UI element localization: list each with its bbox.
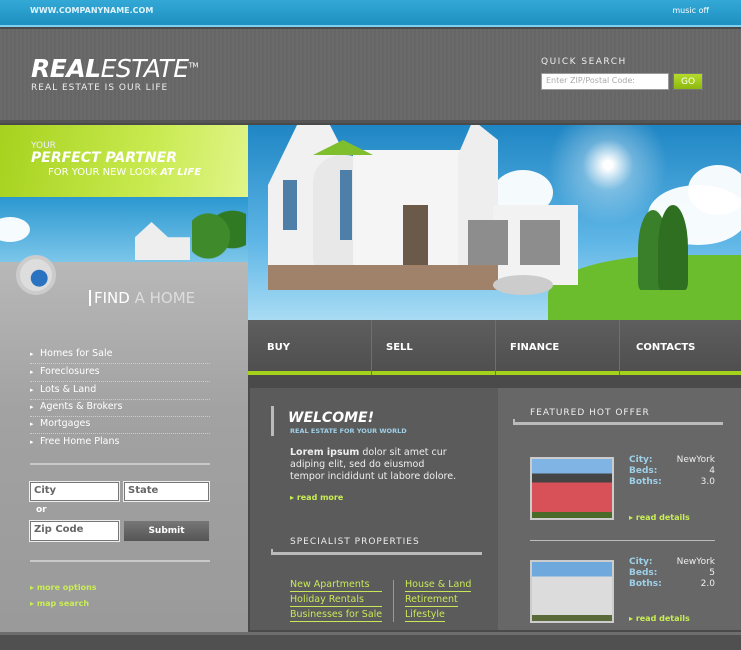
- slogan-new-look: FOR YOUR NEW LOOK AT LIFE: [48, 167, 201, 178]
- welcome-title: WELCOME!: [288, 410, 374, 426]
- city-input[interactable]: City: [29, 481, 120, 502]
- trees-image: [192, 197, 246, 262]
- baths-label: Boths:: [629, 477, 662, 487]
- offer-2-baths: 2.0: [700, 579, 715, 589]
- main-nav: BUY SELL FINANCE CONTACTS: [248, 320, 741, 375]
- section-underline: [271, 549, 482, 555]
- state-input[interactable]: State: [123, 481, 210, 502]
- logo-tm: TM: [188, 61, 199, 70]
- zip-input[interactable]: Zip Code: [29, 520, 120, 542]
- menu-foreclosures[interactable]: Foreclosures: [30, 364, 210, 382]
- read-more-link[interactable]: read more: [290, 493, 343, 502]
- find-title-light: A HOME: [129, 289, 196, 307]
- or-label: or: [36, 505, 47, 515]
- menu-free-home-plans[interactable]: Free Home Plans: [30, 434, 210, 452]
- city-label: City:: [629, 455, 653, 465]
- offer-2-city: NewYork: [676, 557, 715, 567]
- divider: [30, 463, 210, 465]
- nav-finance[interactable]: FINANCE: [496, 320, 620, 375]
- more-options-link[interactable]: more options: [30, 583, 97, 592]
- baths-label: Boths:: [629, 579, 662, 589]
- small-house-image: [135, 222, 190, 260]
- villa-illustration: [268, 125, 578, 295]
- logo-light: ESTATE: [100, 54, 190, 83]
- welcome-text: Lorem ipsum dolor sit amet cur adiping e…: [290, 447, 460, 483]
- slogan-at-life: AT LIFE: [160, 167, 202, 178]
- featured-title: FEATURED HOT OFFER: [530, 408, 650, 418]
- tagline: REAL ESTATE IS OUR LIFE: [31, 83, 169, 93]
- welcome-section: WELCOME! REAL ESTATE FOR YOUR WORLD Lore…: [250, 388, 498, 630]
- nav-contacts[interactable]: CONTACTS: [620, 320, 741, 375]
- offer-1-baths: 3.0: [700, 477, 715, 487]
- featured-section: FEATURED HOT OFFER City: NewYork Beds: 4 B…: [498, 388, 741, 630]
- nav-buy[interactable]: BUY: [248, 320, 372, 375]
- offer-1-beds: 4: [709, 466, 715, 476]
- specialist-col-1: New Apartments Holiday Rentals Businesse…: [290, 578, 383, 622]
- divider: [530, 540, 715, 541]
- beds-label: Beds:: [629, 466, 658, 476]
- welcome-subtitle: REAL ESTATE FOR YOUR WORLD: [290, 427, 407, 435]
- column-divider: [393, 580, 394, 622]
- hero-sky-image: [0, 197, 248, 262]
- go-button[interactable]: GO: [673, 73, 703, 90]
- section-underline: [513, 419, 723, 425]
- offer-1-read-details[interactable]: read details: [629, 513, 690, 522]
- logo[interactable]: REALESTATETM: [31, 54, 198, 83]
- header: REALESTATETM REAL ESTATE IS OUR LIFE QUI…: [0, 29, 741, 123]
- city-label: City:: [629, 557, 653, 567]
- menu-agents-brokers[interactable]: Agents & Brokers: [30, 399, 210, 417]
- offer-2-beds: 5: [709, 568, 715, 578]
- welcome-lead: Lorem ipsum: [290, 447, 360, 458]
- welcome-bar: [271, 406, 274, 436]
- find-home-title: FIND A HOME: [89, 290, 195, 306]
- nav-sell[interactable]: SELL: [372, 320, 496, 375]
- hero-house-image: [248, 125, 741, 320]
- top-bar: WWW.COMPANYNAME.COM music off: [0, 0, 741, 27]
- beds-label: Beds:: [629, 568, 658, 578]
- logo-bold: REAL: [31, 54, 101, 83]
- link-house-land[interactable]: House & Land: [405, 578, 472, 592]
- menu-homes-for-sale[interactable]: Homes for Sale: [30, 346, 210, 364]
- hero-slogan-banner: YOUR PERFECT PARTNER FOR YOUR NEW LOOK A…: [0, 125, 248, 197]
- link-holiday-rentals[interactable]: Holiday Rentals: [290, 593, 383, 607]
- divider: [30, 560, 210, 562]
- zip-search-input[interactable]: Enter ZIP/Postal Code:: [541, 73, 669, 90]
- quick-search-label: QUICK SEARCH: [541, 57, 627, 67]
- offer-2-info: City: NewYork Beds: 5 Boths: 2.0: [629, 557, 715, 590]
- link-lifestyle[interactable]: Lifestyle: [405, 608, 445, 622]
- link-retirement[interactable]: Retirement: [405, 593, 458, 607]
- slogan-new-look-text: FOR YOUR NEW LOOK: [48, 167, 158, 178]
- offer-2-photo[interactable]: [530, 560, 614, 623]
- offer-1-photo[interactable]: [530, 457, 614, 520]
- slogan-perfect-partner: PERFECT PARTNER: [31, 150, 178, 166]
- offer-1-info: City: NewYork Beds: 4 Boths: 3.0: [629, 455, 715, 488]
- link-businesses-for-sale[interactable]: Businesses for Sale: [290, 608, 383, 622]
- menu-lots-land[interactable]: Lots & Land: [30, 382, 210, 400]
- find-title-bold: FIND: [94, 289, 130, 307]
- magnifier-globe-icon: [16, 255, 56, 295]
- site-url[interactable]: WWW.COMPANYNAME.COM: [30, 6, 153, 15]
- menu-mortgages[interactable]: Mortgages: [30, 416, 210, 434]
- submit-button[interactable]: Submit: [124, 521, 209, 541]
- footer-bar: [0, 632, 741, 650]
- specialist-title: SPECIALIST PROPERTIES: [290, 537, 420, 547]
- music-toggle[interactable]: music off: [672, 6, 709, 15]
- link-new-apartments[interactable]: New Apartments: [290, 578, 383, 592]
- map-search-link[interactable]: map search: [30, 599, 89, 608]
- offer-2-read-details[interactable]: read details: [629, 614, 690, 623]
- offer-1-city: NewYork: [676, 455, 715, 465]
- specialist-col-2: House & Land Retirement Lifestyle: [405, 578, 472, 622]
